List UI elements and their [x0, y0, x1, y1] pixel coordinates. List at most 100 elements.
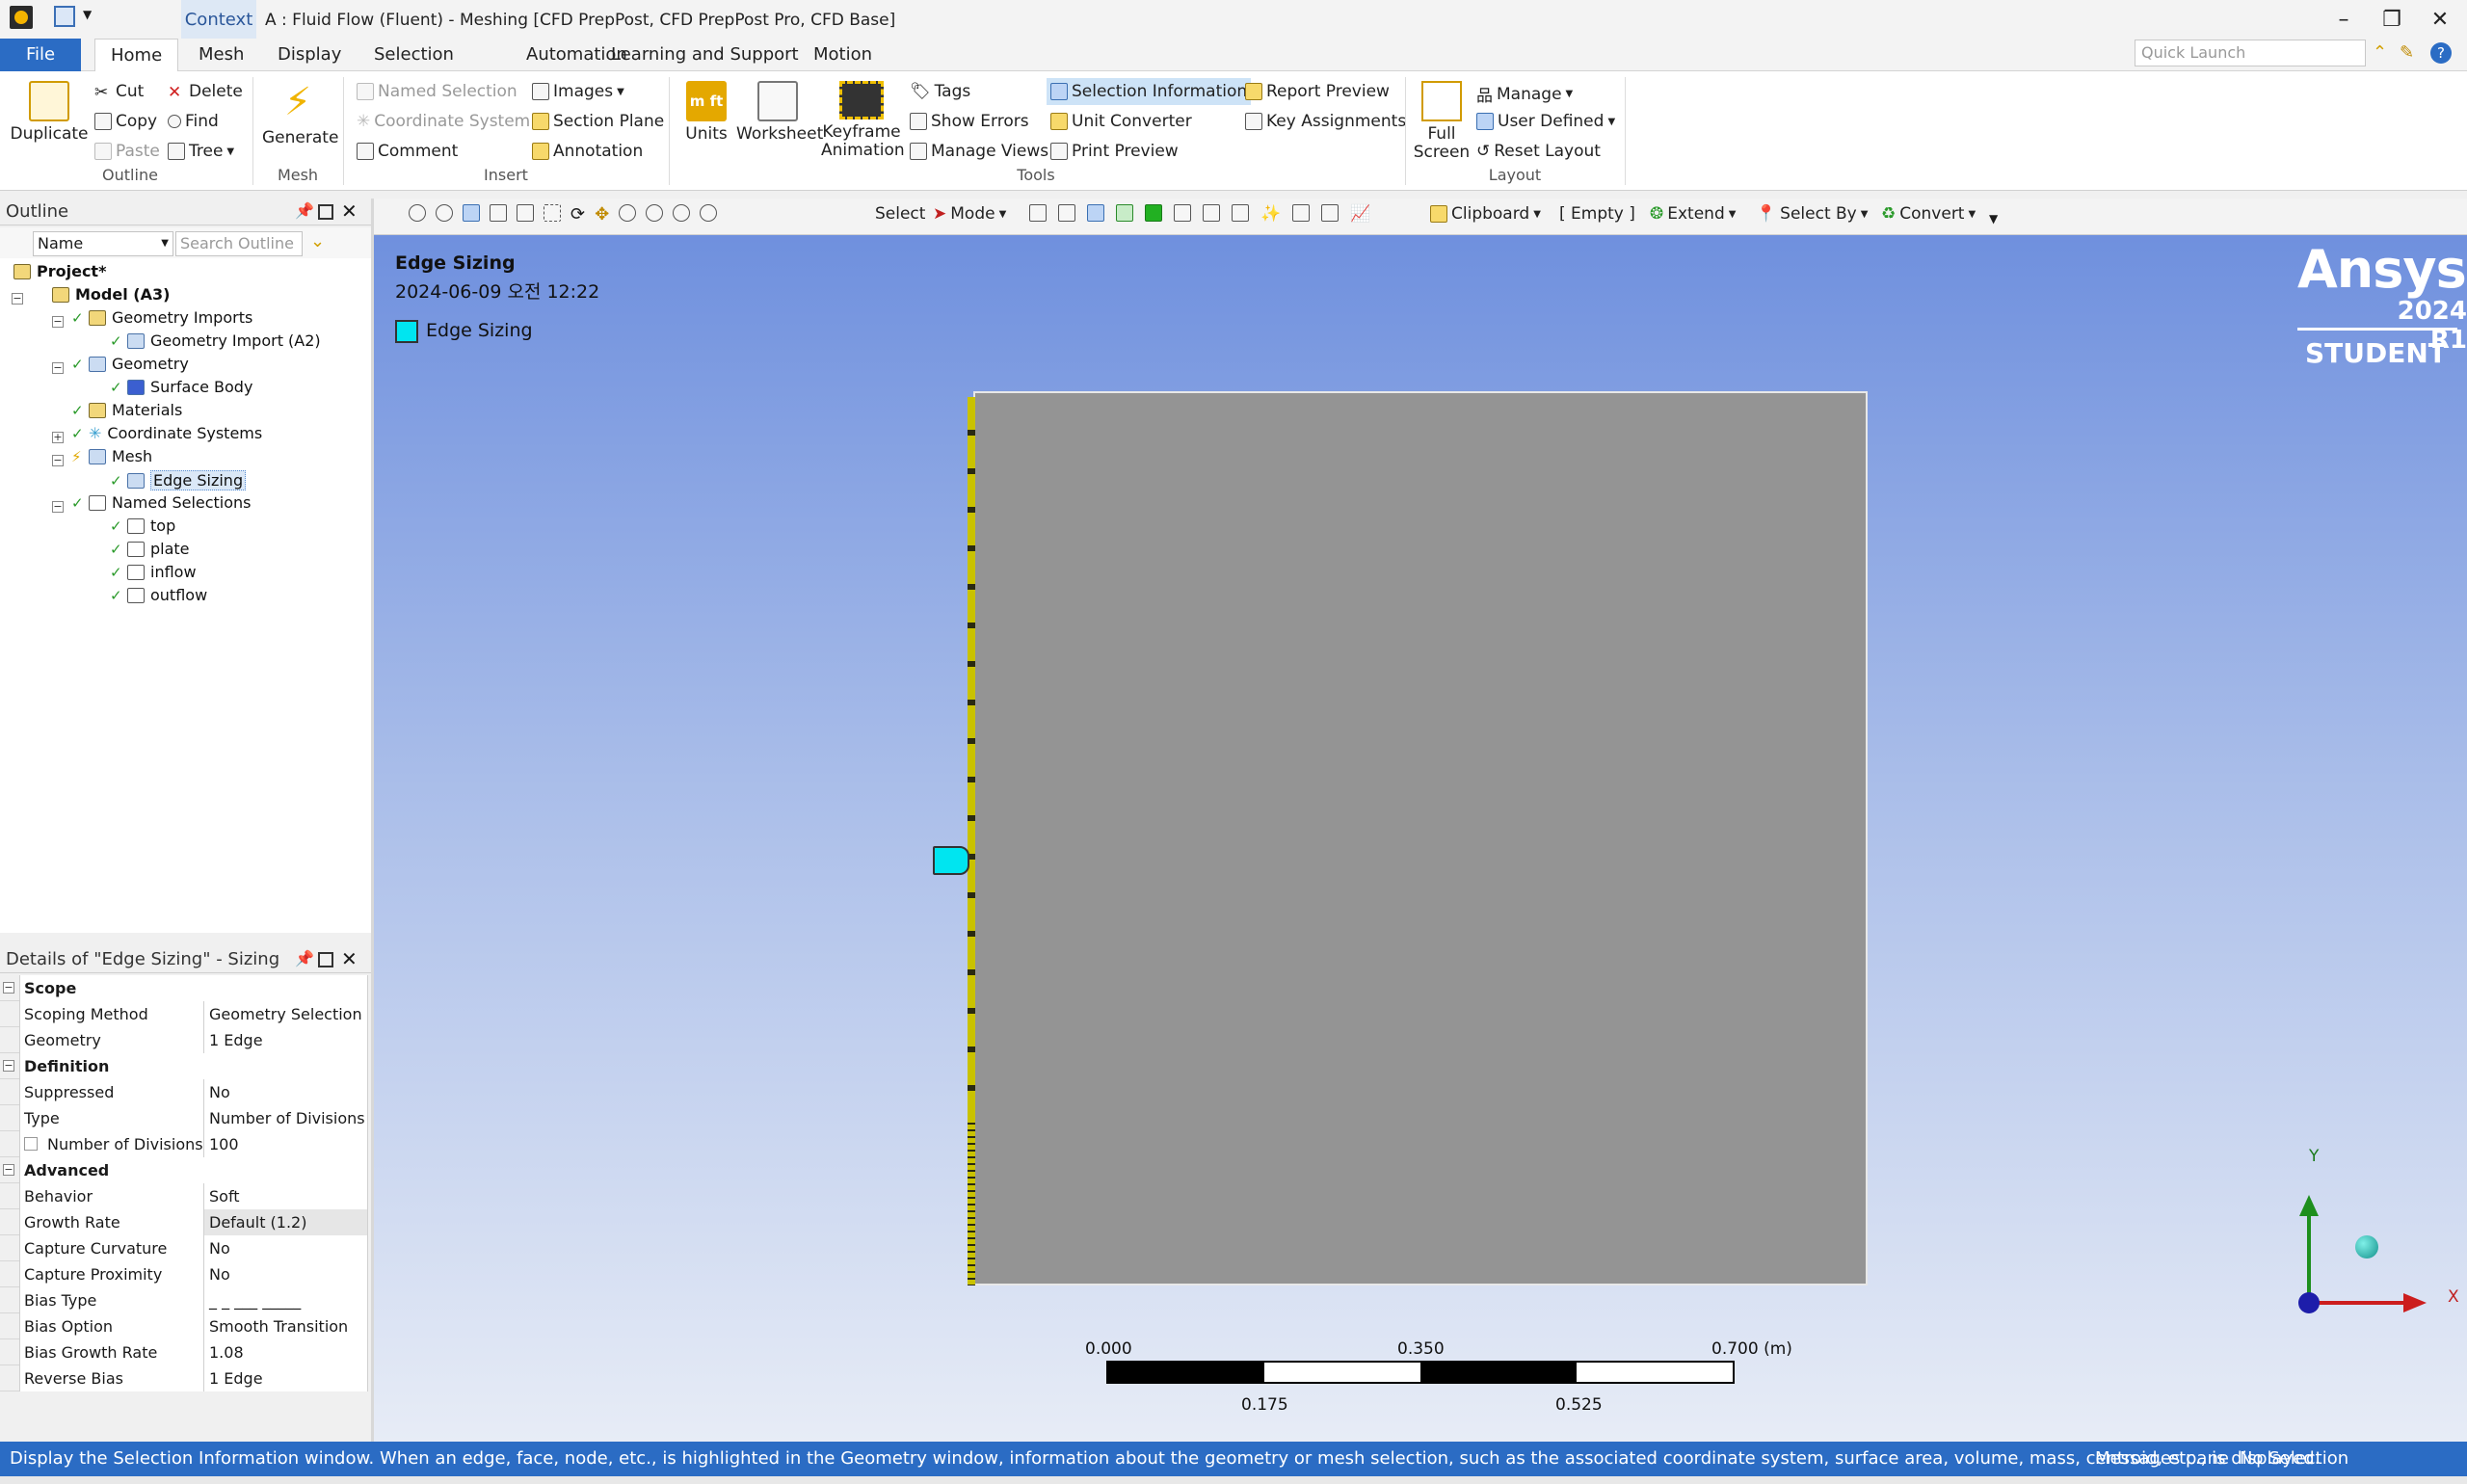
- edge-select-icon[interactable]: [1058, 204, 1075, 222]
- tab-mesh[interactable]: Mesh: [183, 39, 259, 71]
- restore-button[interactable]: ❐: [2373, 4, 2411, 35]
- details-row[interactable]: Scoping Method Geometry Selection: [0, 1001, 368, 1027]
- named-selection-button[interactable]: Named Selection: [357, 82, 517, 101]
- details-row[interactable]: Bias Growth Rate 1.08: [0, 1339, 368, 1365]
- magnifier-icon[interactable]: [700, 204, 718, 222]
- tags-button[interactable]: 🏷 Tags: [910, 82, 970, 101]
- quick-access-dropdown-icon[interactable]: ▼: [83, 8, 92, 21]
- tree-node-mesh[interactable]: ⚡ Mesh: [71, 447, 152, 465]
- paste-button[interactable]: Paste: [94, 142, 160, 161]
- pin-icon[interactable]: 📌: [295, 949, 314, 967]
- copy-button[interactable]: Copy: [94, 112, 157, 131]
- selection-information-button[interactable]: Selection Information: [1047, 78, 1252, 105]
- tree-node-edge-sizing[interactable]: ✓ Edge Sizing: [110, 470, 247, 490]
- feedback-icon[interactable]: ✎: [2400, 42, 2414, 63]
- coordinate-system-button[interactable]: ✳ Coordinate System: [357, 112, 530, 131]
- shaded-icon[interactable]: [463, 204, 480, 222]
- tree-node-geometry-imports[interactable]: ✓ Geometry Imports: [71, 308, 252, 327]
- section-plane-button[interactable]: Section Plane: [532, 112, 664, 131]
- details-section[interactable]: − Scope: [0, 975, 368, 1001]
- unit-converter-button[interactable]: Unit Converter: [1050, 112, 1192, 131]
- report-preview-button[interactable]: Report Preview: [1245, 82, 1390, 101]
- tree-node-model[interactable]: Model (A3): [35, 285, 170, 304]
- generate-button[interactable]: ⚡ Generate: [262, 81, 338, 147]
- delete-button[interactable]: ✕ Delete: [168, 82, 243, 102]
- search-outline-input[interactable]: Search Outline: [175, 231, 303, 256]
- tab-home[interactable]: Home: [94, 39, 179, 72]
- collapse-toggle[interactable]: −: [3, 982, 14, 994]
- tree-node-materials[interactable]: ✓ Materials: [71, 401, 182, 419]
- filter-dropdown[interactable]: Name ▼: [33, 231, 173, 256]
- close-button[interactable]: ✕: [2421, 4, 2459, 35]
- user-defined-button[interactable]: User Defined ▼: [1476, 112, 1615, 131]
- collapse-toggle[interactable]: −: [3, 1164, 14, 1176]
- show-edges-icon[interactable]: [517, 204, 534, 222]
- property-value[interactable]: Default (1.2): [204, 1209, 368, 1235]
- worksheet-button[interactable]: Worksheet: [736, 81, 823, 144]
- show-mesh-icon[interactable]: [1292, 204, 1311, 222]
- cut-button[interactable]: ✂ Cut: [94, 82, 144, 102]
- collapse-toggle[interactable]: −: [52, 362, 64, 374]
- details-row[interactable]: Geometry 1 Edge: [0, 1027, 368, 1053]
- property-value[interactable]: Geometry Selection: [204, 1001, 368, 1027]
- convert-button[interactable]: ♻ Convert ▼: [1881, 204, 1976, 224]
- images-button[interactable]: Images ▼: [532, 82, 624, 101]
- tree-node-surface-body[interactable]: ✓ Surface Body: [110, 378, 252, 396]
- property-value[interactable]: 100: [204, 1131, 368, 1157]
- details-row[interactable]: Growth Rate Default (1.2): [0, 1209, 368, 1235]
- tree-node-project[interactable]: Project*: [13, 262, 106, 280]
- manage-views-button[interactable]: Manage Views: [910, 142, 1048, 161]
- collapse-toggle[interactable]: −: [52, 455, 64, 466]
- help-icon[interactable]: ?: [2430, 42, 2452, 64]
- property-value[interactable]: Soft: [204, 1183, 368, 1209]
- details-row[interactable]: Suppressed No: [0, 1079, 368, 1105]
- key-assignments-button[interactable]: Key Assignments: [1245, 112, 1406, 131]
- property-value[interactable]: _ _ ___ _____: [204, 1287, 368, 1313]
- toolbar-overflow-icon[interactable]: ▼: [1989, 212, 1998, 225]
- tab-display[interactable]: Display: [262, 39, 357, 71]
- property-value[interactable]: Smooth Transition: [204, 1313, 368, 1339]
- property-value[interactable]: 1.08: [204, 1339, 368, 1365]
- pin-icon[interactable]: 📌: [295, 201, 314, 220]
- comment-button[interactable]: Comment: [357, 142, 458, 161]
- surface-body-plate[interactable]: [973, 391, 1868, 1285]
- parameter-checkbox[interactable]: [24, 1137, 38, 1151]
- details-row[interactable]: Bias Option Smooth Transition: [0, 1313, 368, 1339]
- collapse-toggle[interactable]: −: [12, 293, 23, 305]
- select-button[interactable]: Select: [875, 204, 925, 224]
- pan-icon[interactable]: ✥: [595, 204, 609, 225]
- tab-file[interactable]: File: [0, 39, 81, 71]
- clipboard-button[interactable]: Clipboard ▼: [1430, 204, 1541, 224]
- duplicate-button[interactable]: Duplicate: [8, 81, 91, 144]
- property-value[interactable]: Number of Divisions: [204, 1105, 368, 1131]
- chart-icon[interactable]: 📈: [1350, 204, 1370, 224]
- save-icon[interactable]: [54, 6, 75, 27]
- tab-selection[interactable]: Selection: [358, 39, 469, 71]
- minimize-button[interactable]: –: [2324, 4, 2363, 35]
- wireframe-icon[interactable]: [490, 204, 507, 222]
- details-section[interactable]: − Advanced: [0, 1157, 368, 1183]
- property-value[interactable]: 1 Edge: [204, 1027, 368, 1053]
- reset-layout-button[interactable]: ↺ Reset Layout: [1476, 142, 1601, 161]
- vertex-select-icon[interactable]: [1029, 204, 1047, 222]
- details-row[interactable]: Reverse Bias 1 Edge: [0, 1365, 368, 1391]
- zoom-in-icon[interactable]: [409, 204, 426, 222]
- tree-node-outflow[interactable]: ✓ outflow: [110, 586, 207, 604]
- property-value[interactable]: No: [204, 1235, 368, 1261]
- axis-triad[interactable]: [2297, 1191, 2427, 1316]
- show-errors-button[interactable]: Show Errors: [910, 112, 1029, 131]
- body-green-icon[interactable]: [1145, 204, 1162, 222]
- details-row[interactable]: Number of Divisions 100: [0, 1131, 368, 1157]
- app-logo-icon[interactable]: [10, 6, 33, 29]
- units-button[interactable]: m ft Units: [676, 81, 736, 144]
- print-preview-button[interactable]: Print Preview: [1050, 142, 1179, 161]
- messages-pane-link[interactable]: Messages pane: [2095, 1442, 2229, 1476]
- collapse-toggle[interactable]: −: [52, 501, 64, 513]
- details-row[interactable]: Capture Proximity No: [0, 1261, 368, 1287]
- full-screen-button[interactable]: Full Screen: [1413, 81, 1471, 162]
- tree-node-geometry[interactable]: ✓ Geometry: [71, 355, 189, 373]
- tree-node-plate[interactable]: ✓ plate: [110, 540, 190, 558]
- property-value[interactable]: 1 Edge: [204, 1365, 368, 1391]
- element-select-icon[interactable]: [1232, 204, 1249, 222]
- details-row[interactable]: Type Number of Divisions: [0, 1105, 368, 1131]
